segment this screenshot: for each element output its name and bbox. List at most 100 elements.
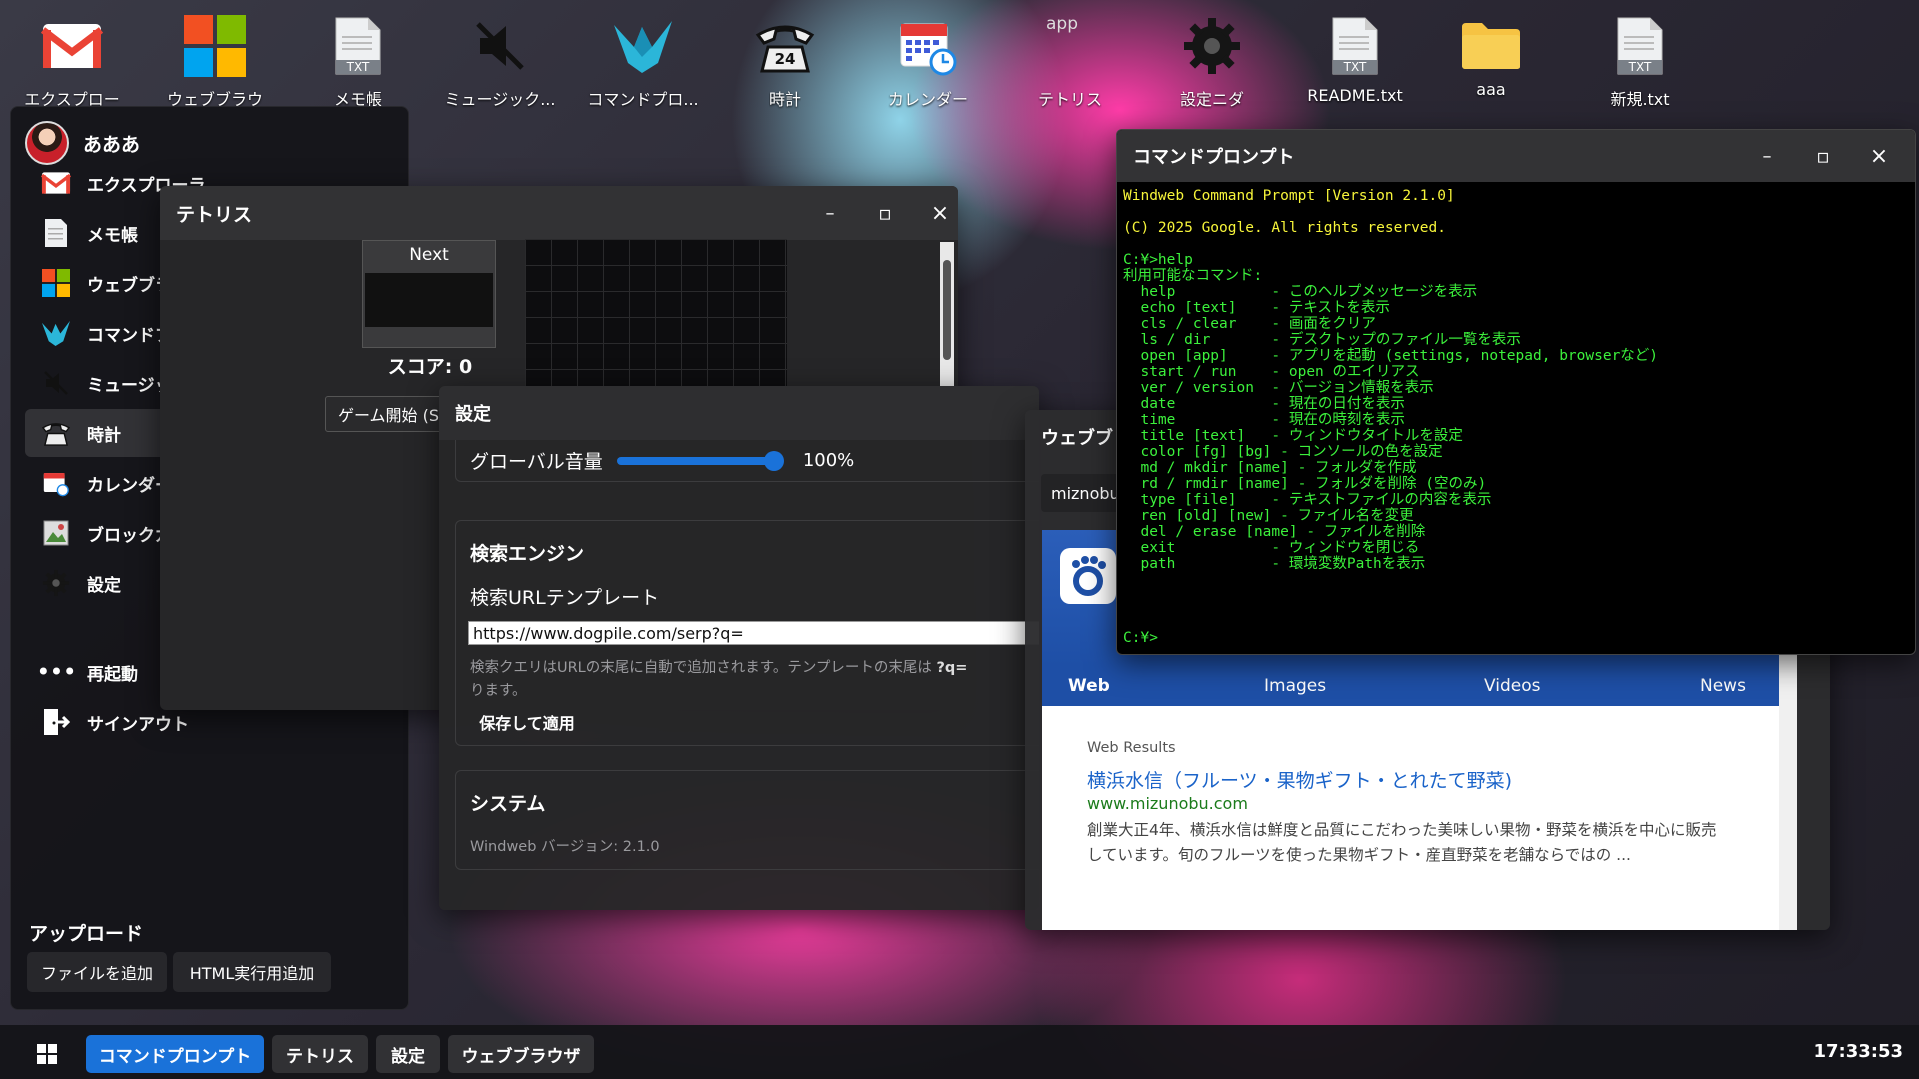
save-apply-button[interactable]: 保存して適用 <box>470 707 584 737</box>
volume-slider-thumb[interactable] <box>763 450 784 471</box>
tab-news[interactable]: News <box>1700 676 1746 696</box>
calendar-clock-icon <box>39 466 73 500</box>
scrollbar[interactable] <box>940 242 954 392</box>
tab-images[interactable]: Images <box>1264 676 1326 696</box>
desktop-icon-readme[interactable]: TXT README.txt <box>1295 14 1415 114</box>
desktop-icon-clock[interactable]: 24 時計 <box>725 14 845 114</box>
desktop-icon-label: 時計 <box>768 90 801 109</box>
section-title: システム <box>470 793 546 815</box>
taskbar-settings[interactable]: 設定 <box>376 1035 440 1073</box>
desktop-icon-notepad[interactable]: TXT メモ帳 <box>298 14 418 114</box>
tab-videos[interactable]: Videos <box>1484 676 1541 696</box>
image-icon <box>39 516 73 550</box>
maximize-button[interactable]: ▫ <box>857 186 913 240</box>
cmd-help-line: path - 環境変数Pathを表示 <box>1123 556 1426 572</box>
taskbar-command-prompt[interactable]: コマンドプロンプト <box>86 1035 264 1073</box>
taskbar-web-browser[interactable]: ウェブブラウザ <box>448 1035 594 1073</box>
cmd-output[interactable]: Windweb Command Prompt [Version 2.1.0] (… <box>1123 188 1913 648</box>
close-button[interactable]: × <box>1851 130 1907 182</box>
start-item-label: 設定 <box>87 575 121 596</box>
volume-label: グローバル音量 <box>470 451 603 473</box>
desktop-icon-command-prompt[interactable]: コマンドプロ... <box>583 14 703 114</box>
results-area: Web Results 横浜水信（フルーツ・果物ギフト・とれたて野菜) www.… <box>1067 706 1747 930</box>
bird-icon <box>611 14 675 78</box>
settings-titlebar[interactable]: 設定 <box>439 386 1039 440</box>
muted-speaker-icon <box>39 366 73 400</box>
template-label: 検索URLテンプレート <box>470 587 660 609</box>
taskbar-tetris[interactable]: テトリス <box>272 1035 368 1073</box>
scrollbar-thumb[interactable] <box>943 260 951 360</box>
start-game-button[interactable]: ゲーム開始 (S <box>325 396 451 432</box>
section-title: 検索エンジン <box>470 543 585 565</box>
next-piece-preview <box>365 273 493 327</box>
upload-title: アップロード <box>29 923 144 945</box>
desktop-icon-label: aaa <box>1476 80 1506 99</box>
signout-label: サインアウト <box>87 714 189 735</box>
gmail-icon <box>40 14 104 78</box>
svg-text:TXT: TXT <box>1343 60 1367 74</box>
window-title: 設定 <box>455 404 491 425</box>
txt-file-icon: TXT <box>1608 14 1672 78</box>
desktop-icon-new-txt[interactable]: TXT 新規.txt <box>1580 14 1700 114</box>
maximize-button[interactable]: ▫ <box>1795 130 1851 182</box>
desktop-icon-label: コマンドプロ... <box>587 90 699 109</box>
cmd-help-line: echo [text] - テキストを表示 <box>1123 300 1390 316</box>
cmd-help-line: date - 現在の日付を表示 <box>1123 396 1405 412</box>
desktop-icon-tetris[interactable]: app テトリス <box>1010 14 1130 114</box>
cmd-help-line: rd / rmdir [name] - フォルダを削除 (空のみ) <box>1123 476 1487 492</box>
window-title: コマンドプロンプト <box>1133 147 1295 168</box>
windows-logo-icon <box>39 266 73 300</box>
desktop-icon-label: 設定ニダ <box>1179 90 1244 109</box>
broken-image-alt-text: app <box>1046 14 1078 34</box>
desktop-icon-label: カレンダー <box>887 90 968 109</box>
dots-icon: ••• <box>36 658 76 686</box>
svg-text:TXT: TXT <box>346 60 370 74</box>
broken-image-icon: app <box>1038 14 1102 78</box>
desktop-icon-label: README.txt <box>1307 86 1403 105</box>
cmd-help-line: time - 現在の時刻を表示 <box>1123 412 1405 428</box>
search-template-input[interactable] <box>468 621 1039 645</box>
results-label: Web Results <box>1087 740 1176 756</box>
desktop-icon-settings[interactable]: 設定ニダ <box>1152 14 1272 114</box>
desktop-icon-music[interactable]: ミュージック... <box>440 14 560 114</box>
minimize-button[interactable]: – <box>1739 130 1795 182</box>
start-item-label: メモ帳 <box>87 225 138 246</box>
next-label: Next <box>409 245 449 265</box>
note-line2: ります。 <box>470 683 527 699</box>
volume-value: 100% <box>802 450 855 471</box>
result-title-link[interactable]: 横浜水信（フルーツ・果物ギフト・とれたて野菜) <box>1087 766 1512 793</box>
cmd-prompt[interactable]: C:¥> <box>1123 630 1158 646</box>
desktop-icon-explorer[interactable]: エクスプロー <box>12 14 132 114</box>
note-bold: ?q= <box>936 660 968 676</box>
cmd-help-line: cls / clear - 画面をクリア <box>1123 316 1376 332</box>
add-html-button[interactable]: HTML実行用追加 <box>173 952 331 992</box>
cmd-help-line: type [file] - テキストファイルの内容を表示 <box>1123 492 1492 508</box>
notepad-icon <box>39 216 73 250</box>
calendar-clock-icon <box>896 14 960 78</box>
tetris-board[interactable] <box>525 239 787 389</box>
close-button[interactable]: × <box>912 186 958 240</box>
version-text: Windweb バージョン: 2.1.0 <box>470 839 660 855</box>
cmd-help-line: ren [old] [new] - ファイル名を変更 <box>1123 508 1414 524</box>
start-button[interactable] <box>28 1035 66 1073</box>
txt-file-icon: TXT <box>326 14 390 78</box>
settings-window: 設定 グローバル音量 100% 検索エンジン 検索URLテンプレート 検索クエリ… <box>439 386 1039 910</box>
add-file-button[interactable]: ファイルを追加 <box>27 952 167 992</box>
taskbar-clock: 17:33:53 <box>1813 1041 1903 1062</box>
dogpile-logo-icon <box>1060 548 1116 604</box>
window-title: テトリス <box>176 203 253 226</box>
telephone-24-icon <box>39 416 73 450</box>
volume-slider[interactable] <box>616 450 784 471</box>
desktop-icon-calendar[interactable]: カレンダー <box>868 14 988 114</box>
cmd-help-line: color [fg] [bg] - コンソールの色を設定 <box>1123 444 1443 460</box>
note-text: 検索クエリはURLの末尾に自動で追加されます。テンプレートの末尾は <box>470 660 937 676</box>
desktop-icon-web-browser[interactable]: ウェブブラウ <box>155 14 275 114</box>
window-title: ウェブブ <box>1041 428 1113 449</box>
cmd-help-line: del / erase [name] - ファイルを削除 <box>1123 524 1426 540</box>
tab-web[interactable]: Web <box>1068 676 1110 696</box>
desktop-icon-label: 新規.txt <box>1610 90 1670 109</box>
cmd-header-line: Windweb Command Prompt [Version 2.1.0] <box>1123 188 1455 204</box>
desktop-icon-folder[interactable]: aaa <box>1431 14 1551 114</box>
result-url[interactable]: www.mizunobu.com <box>1087 794 1248 813</box>
minimize-button[interactable]: – <box>802 186 858 240</box>
